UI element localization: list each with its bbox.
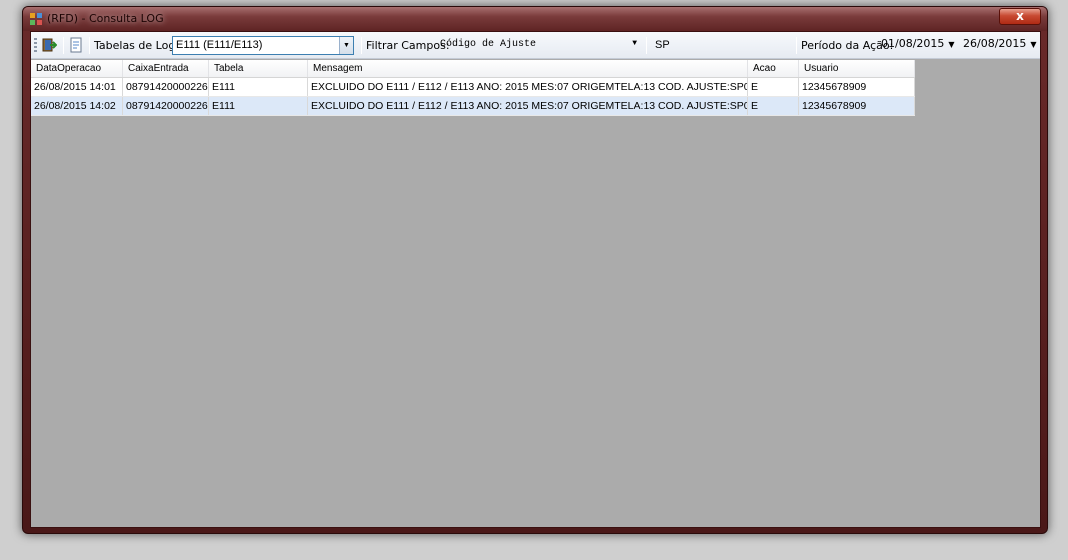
cell-dataoperacao[interactable]: 26/08/2015 14:02 <box>31 97 123 115</box>
column-header-acao[interactable]: Acao <box>748 60 799 77</box>
log-grid[interactable]: DataOperacao CaixaEntrada Tabela Mensage… <box>31 60 915 116</box>
column-header-tabela[interactable]: Tabela <box>209 60 308 77</box>
grid-header: DataOperacao CaixaEntrada Tabela Mensage… <box>31 60 915 78</box>
toolbar-separator <box>796 37 797 54</box>
main-window: (RFD) - Consulta LOG x Tabelas de Log: E… <box>22 6 1048 534</box>
date-to-value: 26/08/2015 <box>963 37 1027 50</box>
filter-field-value: Código de Ajuste <box>440 39 537 50</box>
date-from-value: 01/08/2015 <box>881 37 945 50</box>
toolbar-separator <box>63 37 64 54</box>
filter-text-input[interactable]: SP <box>651 36 791 55</box>
cell-tabela[interactable]: E111 <box>209 78 308 96</box>
close-button[interactable]: x <box>999 8 1041 25</box>
tables-combo[interactable]: E111 (E111/E113) ▼ <box>172 36 354 55</box>
cell-usuario[interactable]: 12345678909 <box>799 78 915 96</box>
filter-text-value: SP <box>655 39 670 51</box>
chevron-down-icon[interactable]: ▼ <box>339 37 353 54</box>
toolbar: Tabelas de Log: E111 (E111/E113) ▼ Filtr… <box>31 32 1040 59</box>
toolbar-separator <box>89 37 90 54</box>
toolbar-separator <box>646 37 647 54</box>
filter-field-combo[interactable]: Código de Ajuste ▼ <box>436 36 646 55</box>
table-row[interactable]: 26/08/2015 14:02 08791420000226 E111 EXC… <box>31 97 915 116</box>
chevron-down-icon[interactable]: ▼ <box>632 39 637 48</box>
period-label: Período da Ação: <box>801 39 894 52</box>
cell-usuario[interactable]: 12345678909 <box>799 97 915 115</box>
exit-icon[interactable] <box>41 37 57 53</box>
table-row[interactable]: 26/08/2015 14:01 08791420000226 E111 EXC… <box>31 78 915 97</box>
report-icon[interactable] <box>68 37 84 53</box>
date-from-picker[interactable]: 01/08/2015 ▼ <box>881 37 955 54</box>
cell-tabela[interactable]: E111 <box>209 97 308 115</box>
cell-acao[interactable]: E <box>748 78 799 96</box>
cell-caixaentrada[interactable]: 08791420000226 <box>123 78 209 96</box>
date-to-picker[interactable]: 26/08/2015 ▼ <box>963 37 1037 54</box>
cell-acao[interactable]: E <box>748 97 799 115</box>
toolbar-grip-icon[interactable] <box>34 38 37 53</box>
window-title: (RFD) - Consulta LOG <box>47 12 164 25</box>
tables-combo-value: E111 (E111/E113) <box>176 39 263 51</box>
chevron-down-icon[interactable]: ▼ <box>1030 40 1036 49</box>
tables-label: Tabelas de Log: <box>94 39 180 52</box>
chevron-down-icon[interactable]: ▼ <box>948 40 954 49</box>
column-header-usuario[interactable]: Usuario <box>799 60 915 77</box>
cell-mensagem[interactable]: EXCLUIDO DO E111 / E112 / E113 ANO: 2015… <box>308 78 748 96</box>
column-header-mensagem[interactable]: Mensagem <box>308 60 748 77</box>
cell-mensagem[interactable]: EXCLUIDO DO E111 / E112 / E113 ANO: 2015… <box>308 97 748 115</box>
column-header-dataoperacao[interactable]: DataOperacao <box>31 60 123 77</box>
app-icon <box>30 13 42 25</box>
column-header-caixaentrada[interactable]: CaixaEntrada <box>123 60 209 77</box>
title-bar[interactable]: (RFD) - Consulta LOG x <box>23 7 1047 31</box>
client-area: Tabelas de Log: E111 (E111/E113) ▼ Filtr… <box>30 31 1041 528</box>
toolbar-separator <box>361 37 362 54</box>
cell-caixaentrada[interactable]: 08791420000226 <box>123 97 209 115</box>
cell-dataoperacao[interactable]: 26/08/2015 14:01 <box>31 78 123 96</box>
